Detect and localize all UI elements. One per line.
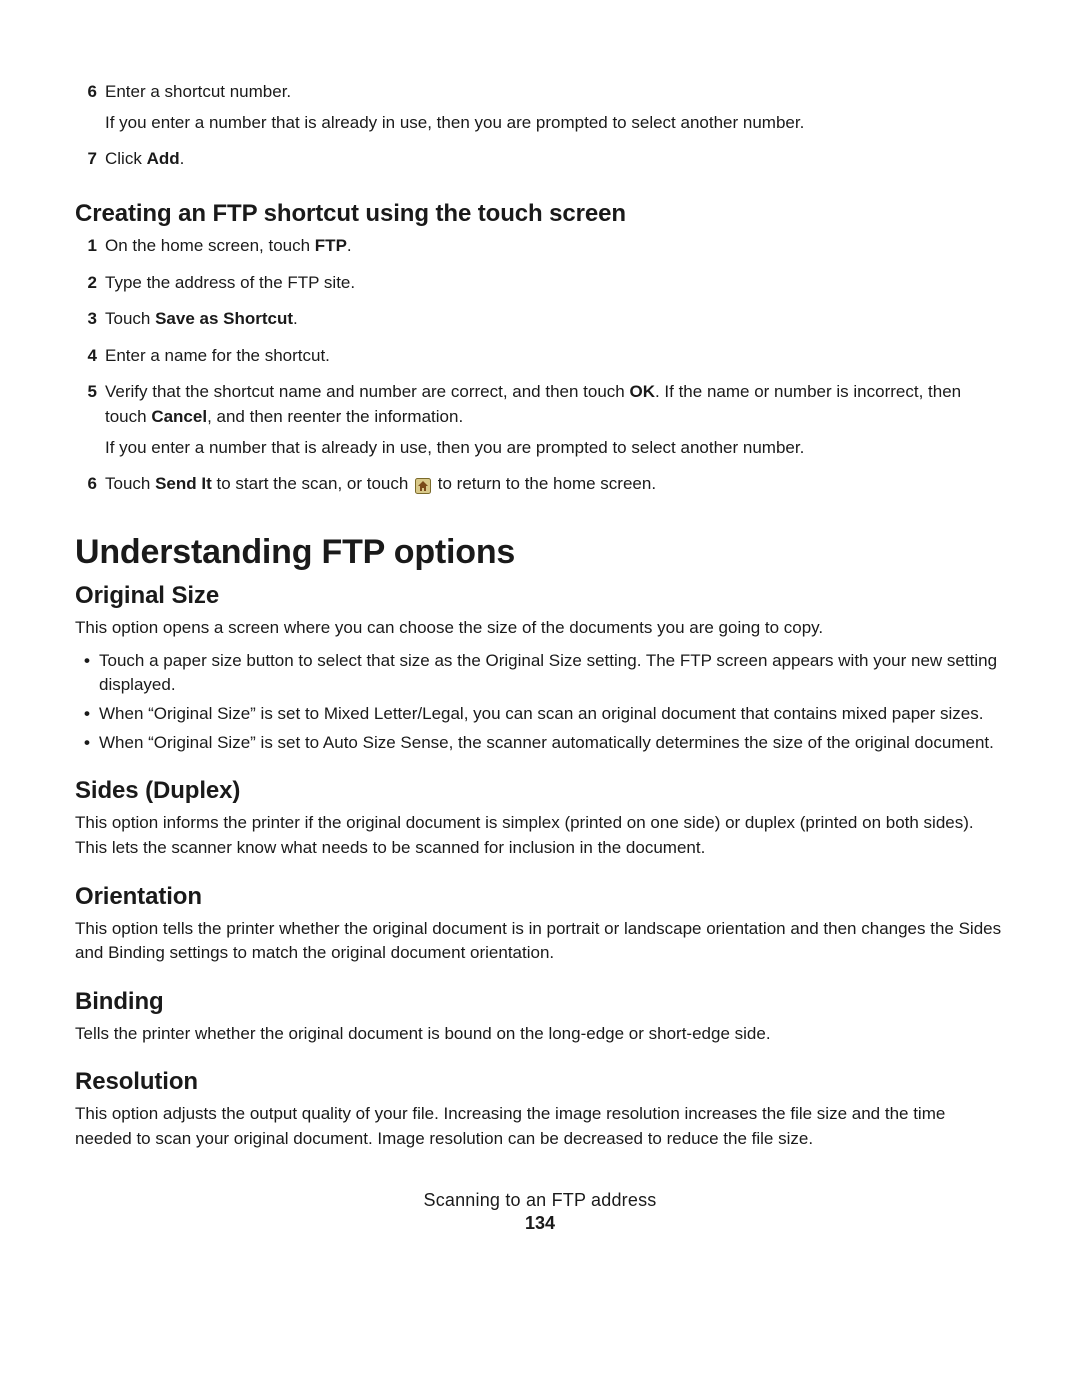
step-text: Click Add. bbox=[105, 147, 1005, 172]
heading-understanding-ftp: Understanding FTP options bbox=[75, 533, 1005, 572]
home-icon bbox=[415, 477, 431, 493]
step-number: 7 bbox=[75, 147, 97, 172]
bullet-icon: • bbox=[75, 731, 99, 756]
step-text: Verify that the shortcut name and number… bbox=[105, 380, 1005, 429]
step-number: 1 bbox=[75, 234, 97, 259]
bullet-icon: • bbox=[75, 702, 99, 727]
original-size-bullets: •Touch a paper size button to select tha… bbox=[75, 649, 1005, 756]
step-text: Type the address of the FTP site. bbox=[105, 271, 1005, 296]
heading-touch-screen: Creating an FTP shortcut using the touch… bbox=[75, 200, 1005, 228]
bullet-icon: • bbox=[75, 649, 99, 674]
touch-step-1: 1 On the home screen, touch FTP. bbox=[75, 234, 1005, 265]
document-page: 6 Enter a shortcut number. If you enter … bbox=[0, 0, 1080, 1397]
heading-sides: Sides (Duplex) bbox=[75, 777, 1005, 805]
step-text: Enter a shortcut number. bbox=[105, 80, 1005, 105]
original-size-intro: This option opens a screen where you can… bbox=[75, 616, 1005, 641]
heading-orientation: Orientation bbox=[75, 883, 1005, 911]
orientation-text: This option tells the printer whether th… bbox=[75, 917, 1005, 966]
footer-title: Scanning to an FTP address bbox=[75, 1190, 1005, 1211]
touch-screen-steps: 1 On the home screen, touch FTP. 2 Type … bbox=[75, 234, 1005, 503]
touch-step-4: 4 Enter a name for the shortcut. bbox=[75, 344, 1005, 375]
page-footer: Scanning to an FTP address 134 bbox=[75, 1190, 1005, 1234]
touch-step-5: 5 Verify that the shortcut name and numb… bbox=[75, 380, 1005, 466]
heading-resolution: Resolution bbox=[75, 1068, 1005, 1096]
heading-original-size: Original Size bbox=[75, 582, 1005, 610]
footer-page-number: 134 bbox=[75, 1213, 1005, 1234]
step-number: 3 bbox=[75, 307, 97, 332]
step-text: On the home screen, touch FTP. bbox=[105, 234, 1005, 259]
step-6: 6 Enter a shortcut number. If you enter … bbox=[75, 80, 1005, 141]
list-item: •When “Original Size” is set to Auto Siz… bbox=[75, 731, 1005, 756]
list-item: •Touch a paper size button to select tha… bbox=[75, 649, 1005, 698]
touch-step-6: 6 Touch Send It to start the scan, or to… bbox=[75, 472, 1005, 503]
step-text: Touch Save as Shortcut. bbox=[105, 307, 1005, 332]
sides-text: This option informs the printer if the o… bbox=[75, 811, 1005, 860]
step-note: If you enter a number that is already in… bbox=[105, 111, 1005, 136]
binding-text: Tells the printer whether the original d… bbox=[75, 1022, 1005, 1047]
step-note: If you enter a number that is already in… bbox=[105, 436, 1005, 461]
step-7: 7 Click Add. bbox=[75, 147, 1005, 178]
step-number: 5 bbox=[75, 380, 97, 405]
heading-binding: Binding bbox=[75, 988, 1005, 1016]
list-item: •When “Original Size” is set to Mixed Le… bbox=[75, 702, 1005, 727]
resolution-text: This option adjusts the output quality o… bbox=[75, 1102, 1005, 1151]
step-number: 2 bbox=[75, 271, 97, 296]
step-text: Touch Send It to start the scan, or touc… bbox=[105, 472, 1005, 497]
shortcut-steps-continued: 6 Enter a shortcut number. If you enter … bbox=[75, 80, 1005, 178]
touch-step-3: 3 Touch Save as Shortcut. bbox=[75, 307, 1005, 338]
step-number: 6 bbox=[75, 80, 97, 105]
step-text: Enter a name for the shortcut. bbox=[105, 344, 1005, 369]
step-number: 4 bbox=[75, 344, 97, 369]
touch-step-2: 2 Type the address of the FTP site. bbox=[75, 271, 1005, 302]
step-number: 6 bbox=[75, 472, 97, 497]
